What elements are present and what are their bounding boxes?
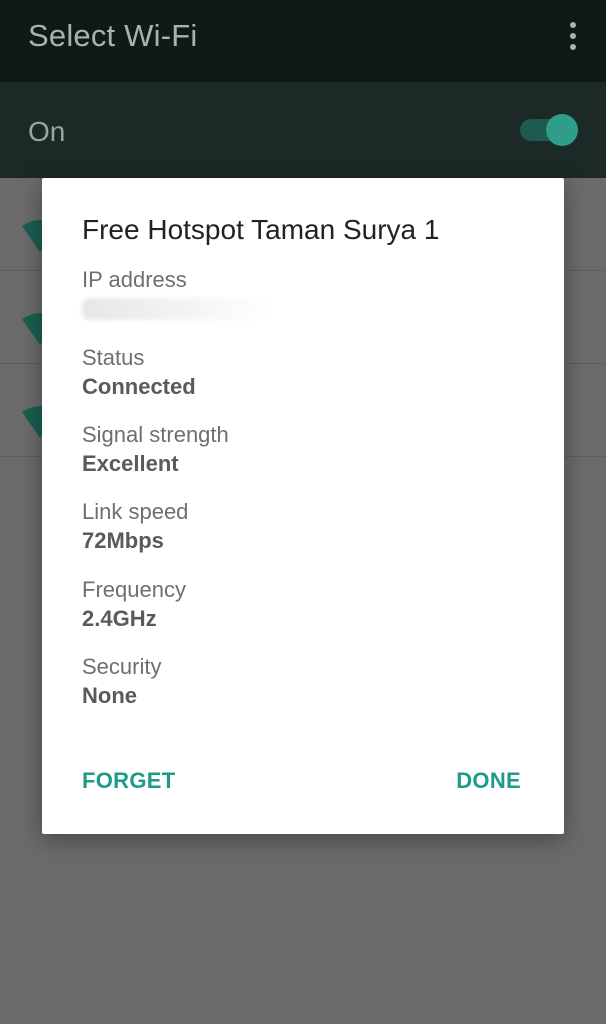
field-label: IP address <box>82 267 187 292</box>
field-value: 72Mbps <box>82 528 164 553</box>
field-frequency: Frequency 2.4GHz <box>82 576 186 634</box>
wifi-toggle-label: On <box>28 116 66 147</box>
field-label: Security <box>82 654 162 679</box>
field-link-speed: Link speed 72Mbps <box>82 498 188 556</box>
field-label: Link speed <box>82 499 189 524</box>
field-signal-strength: Signal strength Excellent <box>82 421 229 479</box>
field-label: Frequency <box>82 577 186 602</box>
wifi-toggle-row[interactable]: On <box>0 82 606 178</box>
ip-address-value-redacted <box>82 298 272 320</box>
field-status: Status Connected <box>82 344 196 402</box>
field-value: Excellent <box>82 451 179 476</box>
field-value: 2.4GHz <box>82 606 157 631</box>
field-value: None <box>82 683 137 708</box>
wifi-toggle-switch[interactable] <box>520 114 578 146</box>
dialog-title: Free Hotspot Taman Surya 1 <box>82 214 440 245</box>
network-details-dialog: Free Hotspot Taman Surya 1 IP address St… <box>42 178 564 834</box>
page-title: Select Wi-Fi <box>28 18 198 53</box>
field-value: Connected <box>82 374 196 399</box>
done-button[interactable]: DONE <box>456 768 521 794</box>
field-security: Security None <box>82 653 161 711</box>
field-label: Status <box>82 345 145 370</box>
field-label: Signal strength <box>82 422 229 447</box>
field-ip-address: IP address <box>82 266 272 325</box>
app-bar: Select Wi-Fi <box>0 0 606 82</box>
overflow-menu-icon[interactable] <box>568 22 578 54</box>
switch-knob <box>546 114 578 146</box>
forget-button[interactable]: FORGET <box>82 768 175 794</box>
